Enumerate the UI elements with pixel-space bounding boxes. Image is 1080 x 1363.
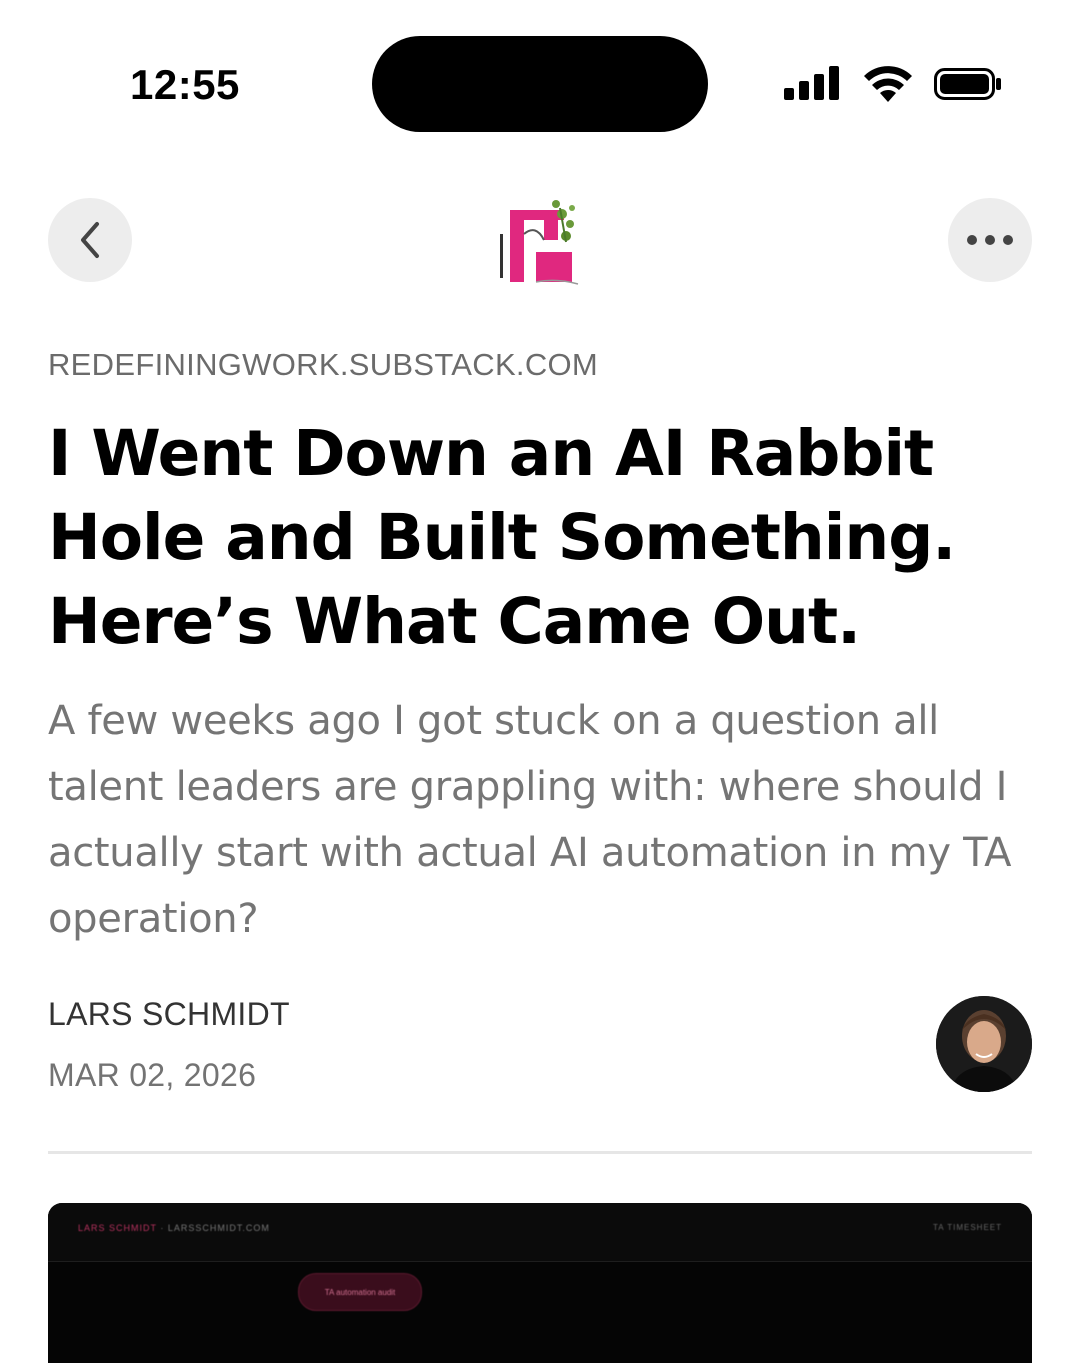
hero-pill: TA automation audit <box>298 1273 422 1311</box>
hero-topbar: LARS SCHMIDT · LARSSCHMIDT.COM TA TIMESH… <box>48 1203 1032 1262</box>
publication-logo[interactable] <box>496 194 584 286</box>
author-avatar[interactable] <box>936 996 1032 1092</box>
signal-icon <box>784 66 839 100</box>
hero-brand: LARS SCHMIDT · LARSSCHMIDT.COM <box>78 1223 270 1233</box>
article-subtitle: A few weeks ago I got stuck on a questio… <box>48 698 1012 942</box>
author-name[interactable]: LARS SCHMIDT <box>48 996 290 1033</box>
ellipsis-icon <box>967 235 1013 245</box>
wifi-icon <box>864 66 912 102</box>
hero-nav-text: TA TIMESHEET <box>932 1223 1002 1232</box>
divider <box>48 1151 1032 1154</box>
chevron-left-icon <box>81 222 99 258</box>
status-time: 12:55 <box>130 61 240 108</box>
battery-icon <box>934 68 1001 100</box>
hero-brand-site: LARSSCHMIDT.COM <box>167 1223 270 1233</box>
back-button[interactable] <box>48 198 132 282</box>
article-title: I Went Down an AI Rabbit Hole and Built … <box>48 417 956 658</box>
hero-brand-separator: · <box>160 1223 168 1233</box>
hero-image[interactable]: LARS SCHMIDT · LARSSCHMIDT.COM TA TIMESH… <box>48 1203 1032 1363</box>
publish-date: MAR 02, 2026 <box>48 1057 257 1093</box>
avatar-photo <box>936 996 1032 1092</box>
dynamic-island <box>372 36 708 132</box>
more-options-button[interactable] <box>948 198 1032 282</box>
publication-domain[interactable]: REDEFININGWORK.SUBSTACK.COM <box>48 347 598 383</box>
hero-brand-name: LARS SCHMIDT <box>78 1223 157 1233</box>
